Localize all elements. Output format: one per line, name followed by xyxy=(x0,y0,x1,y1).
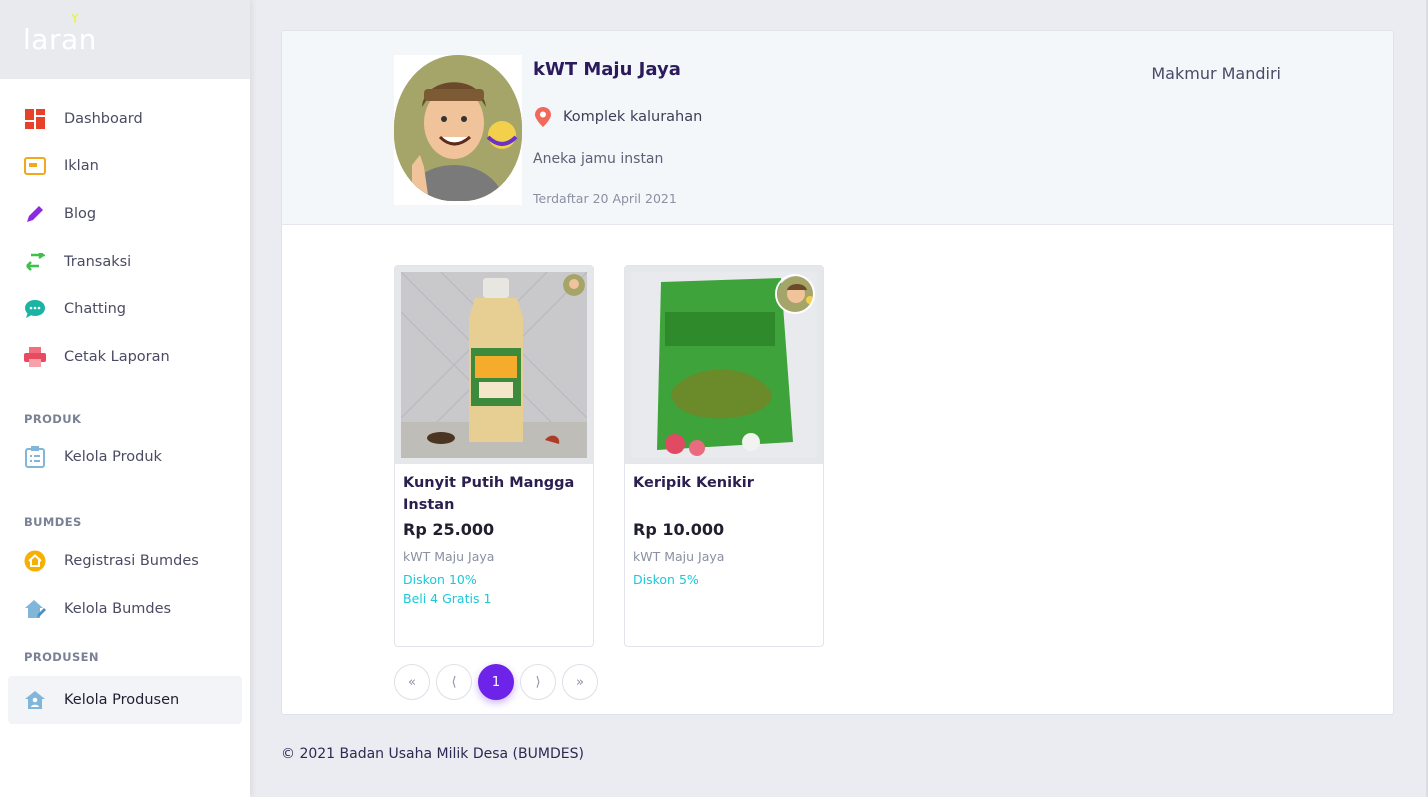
sidebar-item-blog[interactable]: Blog xyxy=(0,190,250,238)
product-image xyxy=(395,266,593,464)
sidebar-item-dashboard[interactable]: Dashboard xyxy=(0,95,250,143)
producer-detail-card: kWT Maju Jaya Komplek kalurahan Aneka ja… xyxy=(281,30,1394,715)
product-seller: kWT Maju Jaya xyxy=(633,549,725,564)
product-title[interactable]: Keripik Kenikir xyxy=(633,472,815,516)
sidebar-item-label: Kelola Produk xyxy=(64,449,162,466)
sidebar-item-kelola-bumdes[interactable]: Kelola Bumdes xyxy=(0,585,250,633)
dashboard-icon xyxy=(24,108,46,130)
sidebar-item-label: Blog xyxy=(64,205,97,222)
page-footer: © 2021 Badan Usaha Milik Desa (BUMDES) xyxy=(281,746,584,762)
product-info: Kunyit Putih Mangga Instan Rp 25.000 kWT… xyxy=(395,464,593,608)
product-promo: Diskon 5% xyxy=(633,572,699,587)
sidebar-item-label: Registrasi Bumdes xyxy=(64,552,199,569)
pagination-page-1[interactable]: 1 xyxy=(478,664,514,700)
section-heading-bumdes: BUMDES xyxy=(24,515,82,530)
sidebar: laran Dashboard Iklan Blog Transaksi Cha… xyxy=(0,0,250,797)
brand-logo[interactable]: laran xyxy=(23,13,97,56)
sidebar-item-chatting[interactable]: Chatting xyxy=(0,285,250,333)
logo-text: laran xyxy=(23,23,97,56)
sidebar-item-kelola-produsen[interactable]: Kelola Produsen xyxy=(8,676,242,724)
section-heading-produsen: PRODUSEN xyxy=(24,650,99,665)
location-text: Komplek kalurahan xyxy=(563,109,703,125)
producer-location: Komplek kalurahan xyxy=(533,107,702,127)
product-price: Rp 10.000 xyxy=(633,520,725,539)
sidebar-item-registrasi-bumdes[interactable]: Registrasi Bumdes xyxy=(0,537,250,585)
pagination-prev-button[interactable]: ⟨ xyxy=(436,664,472,700)
sidebar-item-transaksi[interactable]: Transaksi xyxy=(0,238,250,286)
sidebar-item-label: Chatting xyxy=(64,301,126,318)
house-edit-icon xyxy=(24,598,46,620)
sidebar-item-iklan[interactable]: Iklan xyxy=(0,143,250,191)
sidebar-item-label: Kelola Bumdes xyxy=(64,600,172,617)
leaf-icon xyxy=(71,13,79,23)
section-heading-produk: PRODUK xyxy=(24,411,82,426)
sidebar-item-label: Cetak Laporan xyxy=(64,348,170,365)
sidebar-item-label: Kelola Produsen xyxy=(64,692,180,709)
product-price: Rp 25.000 xyxy=(403,520,495,539)
ads-icon xyxy=(24,155,46,177)
pagination-last-button[interactable]: » xyxy=(562,664,598,700)
product-card[interactable]: Keripik Kenikir Rp 10.000 kWT Maju Jaya … xyxy=(624,265,824,647)
producer-name: kWT Maju Jaya xyxy=(533,59,681,80)
pagination-first-button[interactable]: « xyxy=(394,664,430,700)
producer-description: Aneka jamu instan xyxy=(533,151,664,167)
product-title[interactable]: Kunyit Putih Mangga Instan xyxy=(403,472,585,516)
sidebar-item-kelola-produk[interactable]: Kelola Produk xyxy=(0,434,250,482)
sidebar-brand: laran xyxy=(0,0,250,79)
product-info: Keripik Kenikir Rp 10.000 kWT Maju Jaya … xyxy=(625,464,823,589)
home-circle-icon xyxy=(24,550,46,572)
map-pin-icon xyxy=(535,107,551,127)
sidebar-item-label: Iklan xyxy=(64,158,99,175)
printer-icon xyxy=(24,346,46,368)
sidebar-item-cetak-laporan[interactable]: Cetak Laporan xyxy=(0,333,250,381)
product-photo xyxy=(401,272,587,458)
clipboard-icon xyxy=(24,446,46,469)
sidebar-item-label: Transaksi xyxy=(64,253,132,270)
seller-avatar-badge xyxy=(775,274,815,314)
producer-registered-date: Terdaftar 20 April 2021 xyxy=(533,191,677,206)
sidebar-nav: Dashboard Iklan Blog Transaksi Chatting xyxy=(0,79,250,724)
product-card[interactable]: Kunyit Putih Mangga Instan Rp 25.000 kWT… xyxy=(394,265,594,647)
avatar-illustration xyxy=(394,55,522,201)
product-list: Kunyit Putih Mangga Instan Rp 25.000 kWT… xyxy=(394,265,824,647)
producer-avatar xyxy=(394,55,522,205)
product-image xyxy=(625,266,823,464)
transfer-icon xyxy=(24,251,46,273)
house-user-icon xyxy=(24,689,46,711)
producer-profile: kWT Maju Jaya Komplek kalurahan Aneka ja… xyxy=(282,31,1393,225)
product-promo: Diskon 10% xyxy=(403,572,477,587)
seller-avatar-badge xyxy=(563,274,585,296)
pagination: « ⟨ 1 ⟩ » xyxy=(394,664,598,700)
pagination-next-button[interactable]: ⟩ xyxy=(520,664,556,700)
chat-icon xyxy=(24,298,46,320)
product-seller: kWT Maju Jaya xyxy=(403,549,495,564)
sidebar-item-label: Dashboard xyxy=(64,110,143,127)
product-promo: Beli 4 Gratis 1 xyxy=(403,591,492,606)
pen-icon xyxy=(24,203,46,225)
bumdes-name: Makmur Mandiri xyxy=(1151,64,1281,83)
